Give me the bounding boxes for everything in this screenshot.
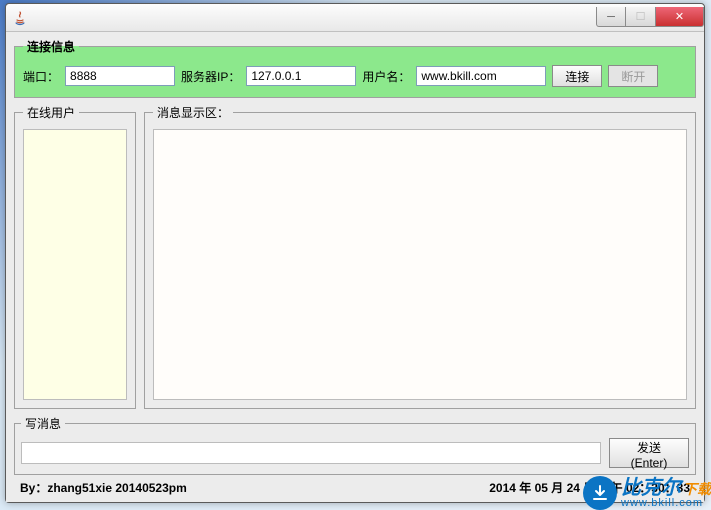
disconnect-button[interactable]: 断开 xyxy=(608,65,658,87)
client-area: 连接信息 端口： 服务器IP： 用户名： 连接 断开 在线用户 消息显示区： 写… xyxy=(6,32,704,502)
close-button[interactable]: ✕ xyxy=(656,7,704,27)
message-display-area[interactable] xyxy=(153,129,687,400)
window-buttons: ─ ☐ ✕ xyxy=(596,8,704,27)
titlebar: ─ ☐ ✕ xyxy=(6,4,704,32)
status-bar: By：zhang51xie 20140523pm 2014 年 05 月 24 … xyxy=(14,475,696,498)
app-window: ─ ☐ ✕ 连接信息 端口： 服务器IP： 用户名： 连接 断开 在线用户 消息… xyxy=(5,3,705,503)
online-users-fieldset: 在线用户 xyxy=(14,104,136,409)
server-label: 服务器IP： xyxy=(181,68,240,85)
java-icon xyxy=(12,10,28,26)
connection-legend: 连接信息 xyxy=(23,38,79,55)
connection-fieldset: 连接信息 端口： 服务器IP： 用户名： 连接 断开 xyxy=(14,38,696,98)
online-users-legend: 在线用户 xyxy=(23,104,79,121)
minimize-button[interactable]: ─ xyxy=(596,7,626,27)
username-input[interactable] xyxy=(416,66,546,86)
write-message-fieldset: 写消息 发送(Enter) xyxy=(14,415,696,475)
middle-panel: 在线用户 消息显示区： xyxy=(14,104,696,409)
timestamp-label: 2014 年 05 月 24 日 上午 02：30：33 xyxy=(489,479,690,496)
message-input[interactable] xyxy=(21,442,601,464)
port-input[interactable] xyxy=(65,66,175,86)
write-message-legend: 写消息 xyxy=(21,415,65,432)
message-display-fieldset: 消息显示区： xyxy=(144,104,696,409)
online-users-list[interactable] xyxy=(23,129,127,400)
maximize-button[interactable]: ☐ xyxy=(626,7,656,27)
server-ip-input[interactable] xyxy=(246,66,356,86)
send-button[interactable]: 发送(Enter) xyxy=(609,438,689,468)
user-label: 用户名： xyxy=(362,68,410,85)
port-label: 端口： xyxy=(23,68,59,85)
author-label: By：zhang51xie 20140523pm xyxy=(20,479,187,496)
message-display-legend: 消息显示区： xyxy=(153,104,233,121)
connect-button[interactable]: 连接 xyxy=(552,65,602,87)
